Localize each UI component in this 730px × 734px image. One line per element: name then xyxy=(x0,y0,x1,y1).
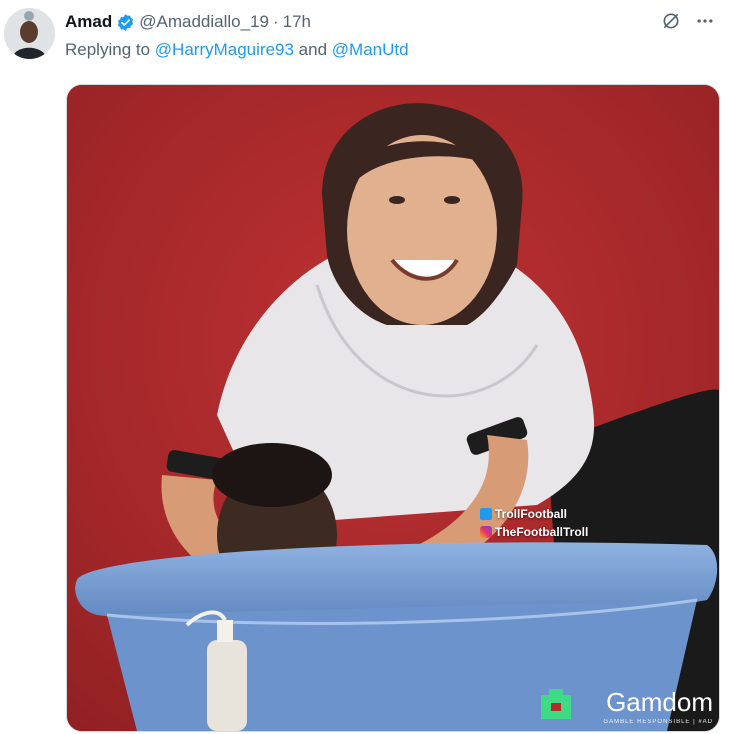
avatar[interactable] xyxy=(4,8,55,59)
tweet-image[interactable]: TrollFootball TheFootballTroll Gamdom GA… xyxy=(66,84,720,732)
watermark-instagram: TheFootballTroll xyxy=(495,525,589,539)
watermark: TrollFootball TheFootballTroll xyxy=(480,505,588,541)
author-handle[interactable]: @Amaddiallo_19 xyxy=(139,12,269,32)
ad-badge: Gamdom GAMBLE RESPONSIBLE | #AD xyxy=(568,687,713,725)
twitter-icon xyxy=(480,508,492,520)
replying-joiner: and xyxy=(298,40,328,59)
gamdom-logo-icon xyxy=(568,688,598,718)
tweet[interactable]: Amad @Amaddiallo_19 · 17h Replying to @H… xyxy=(0,0,730,734)
tweet-timestamp[interactable]: 17h xyxy=(283,12,311,32)
meme-photo xyxy=(67,85,719,731)
author-display-name[interactable]: Amad xyxy=(65,12,112,32)
separator: · xyxy=(272,12,279,31)
tweet-header: Amad @Amaddiallo_19 · 17h xyxy=(65,10,720,34)
mention-link[interactable]: @ManUtd xyxy=(332,40,409,59)
grok-icon[interactable] xyxy=(660,10,682,32)
watermark-twitter: TrollFootball xyxy=(495,507,567,521)
tweet-actions xyxy=(660,10,716,32)
replying-to: Replying to @HarryMaguire93 and @ManUtd xyxy=(65,40,409,60)
instagram-icon xyxy=(480,526,492,538)
ad-tagline: GAMBLE RESPONSIBLE | #AD xyxy=(603,719,713,725)
mention-link[interactable]: @HarryMaguire93 xyxy=(155,40,294,59)
replying-prefix: Replying to xyxy=(65,40,151,59)
more-icon[interactable] xyxy=(694,10,716,32)
ad-brand: Gamdom xyxy=(606,687,713,717)
verified-badge-icon xyxy=(116,13,135,32)
